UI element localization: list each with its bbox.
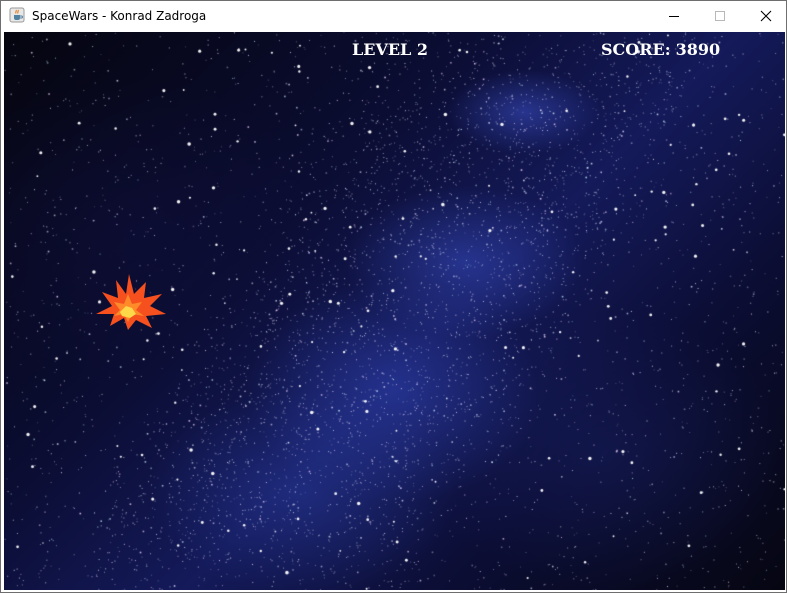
- window-title: SpaceWars - Konrad Zadroga: [32, 9, 207, 23]
- close-button[interactable]: [743, 1, 786, 31]
- score-value: 3890: [675, 40, 721, 59]
- minimize-button[interactable]: [651, 1, 697, 31]
- level-label: LEVEL: [352, 40, 412, 59]
- score-indicator: SCORE: 3890: [601, 40, 720, 60]
- title-bar[interactable]: SpaceWars - Konrad Zadroga: [1, 1, 786, 31]
- java-app-icon: [9, 7, 25, 23]
- score-label: SCORE:: [601, 40, 671, 59]
- close-icon: [760, 10, 772, 22]
- game-window: SpaceWars - Konrad Zadroga LEVEL 2 SCORE…: [0, 0, 787, 593]
- game-canvas[interactable]: LEVEL 2 SCORE: 3890: [4, 32, 785, 590]
- maximize-button[interactable]: [697, 1, 743, 31]
- level-value: 2: [416, 40, 429, 59]
- level-indicator: LEVEL 2: [352, 40, 428, 60]
- explosion-sprite: [96, 274, 166, 330]
